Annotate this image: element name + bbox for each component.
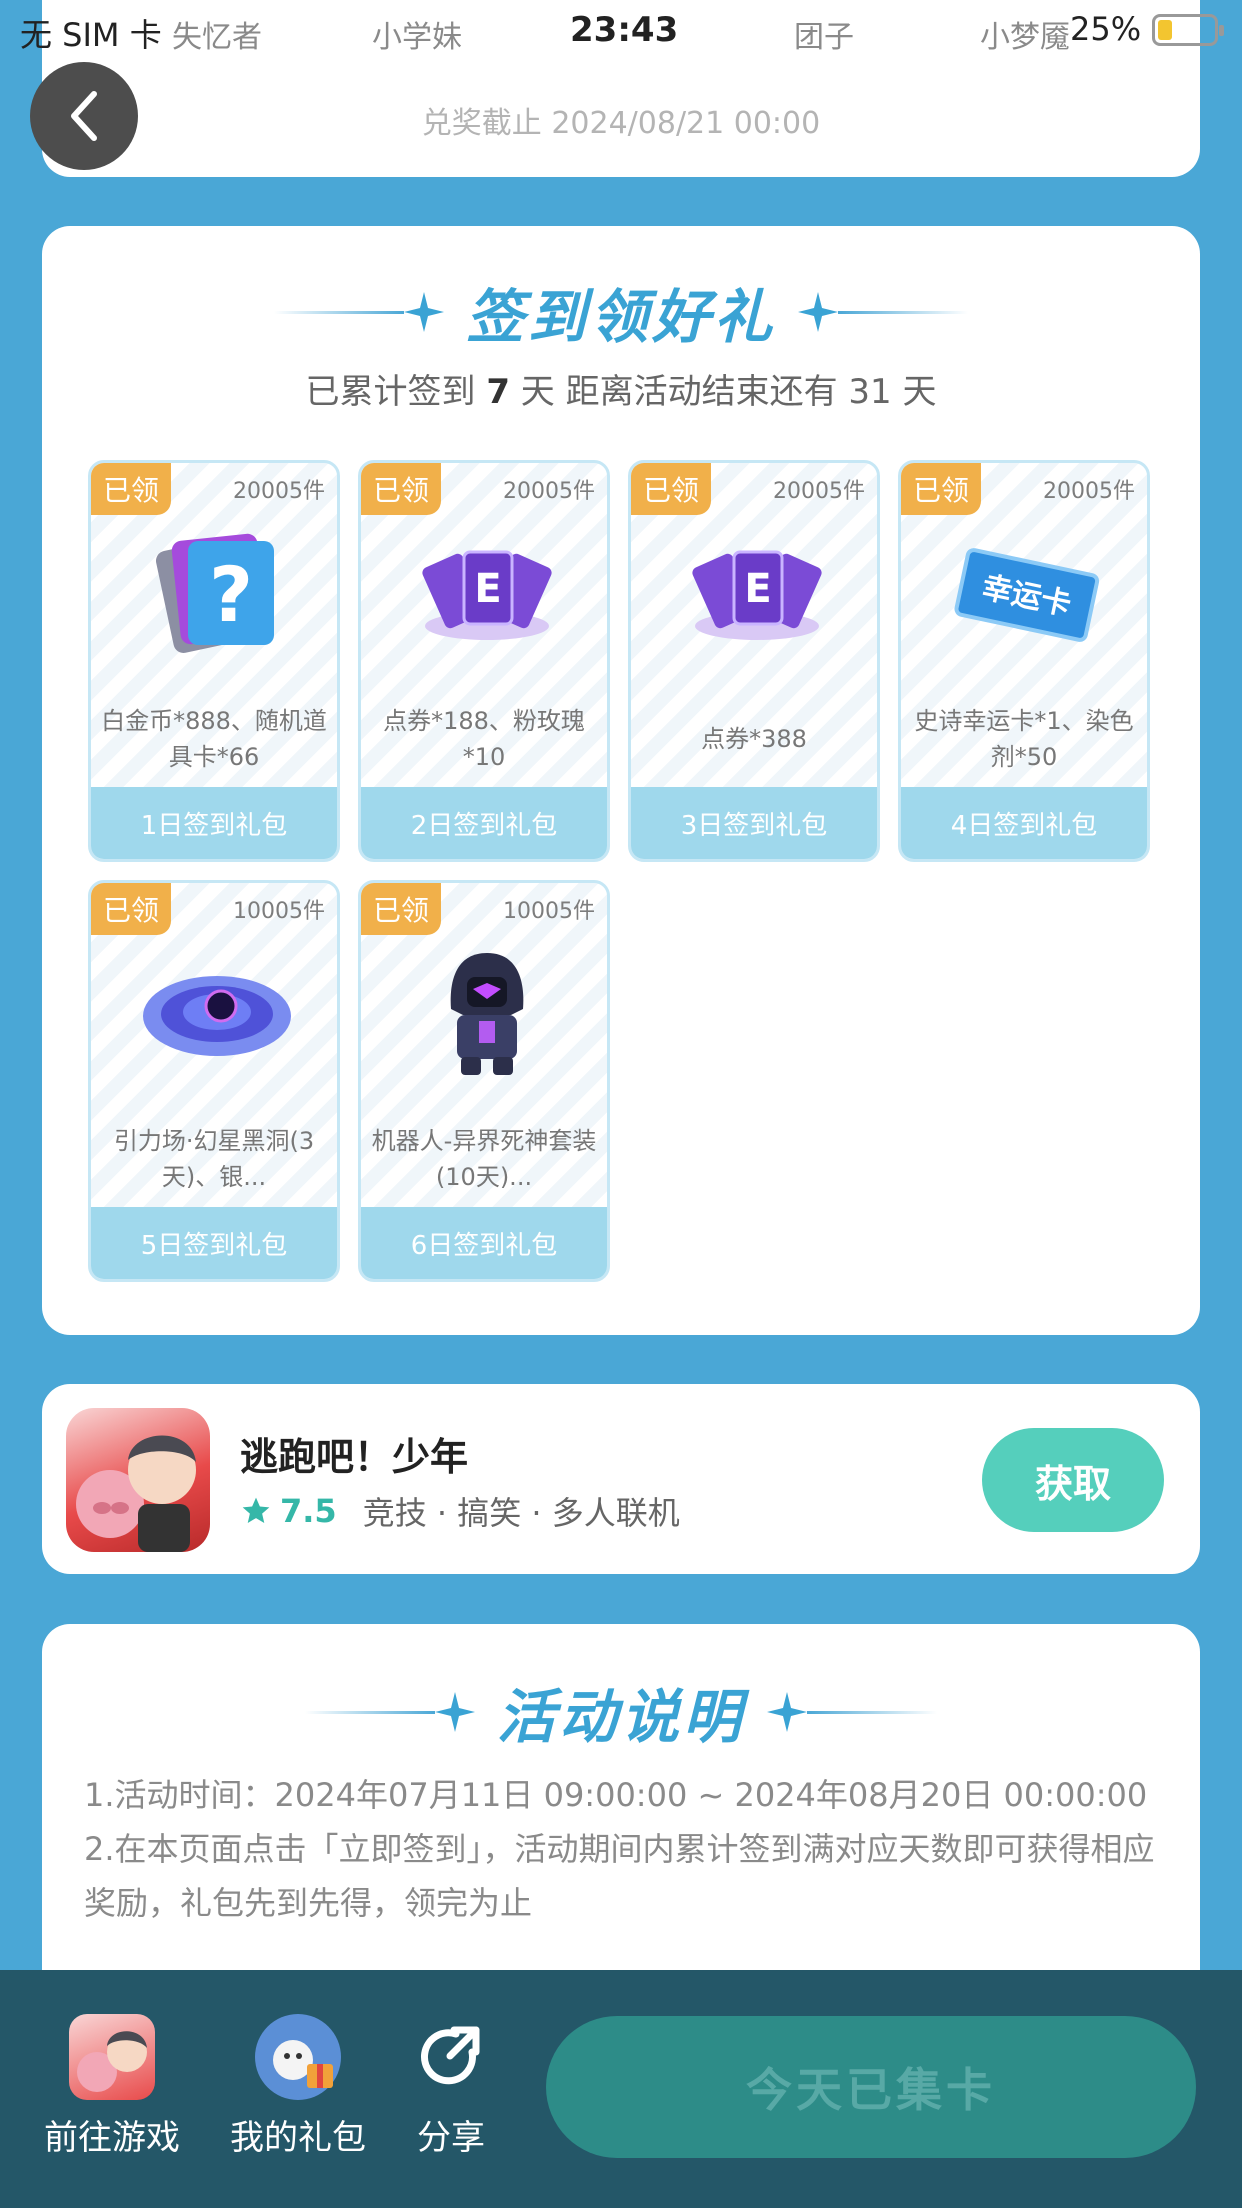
robot-costume-icon: [407, 949, 567, 1079]
redeem-deadline: 兑奖截止 2024/08/21 00:00: [421, 106, 821, 141]
carrier-label: 无 SIM 卡: [20, 16, 162, 54]
game-tags: 竞技 · 搞笑 · 多人联机: [362, 1494, 680, 1532]
rules-title: 活动说明: [42, 1670, 1200, 1754]
gift-day-4[interactable]: 已领 20005件 幸运卡 史诗幸运卡*1、染色剂*50 4日签到礼包: [898, 460, 1150, 862]
gift-label: 3日签到礼包: [631, 787, 877, 859]
sign-in-card: 签到领好礼 已累计签到 7 天 距离活动结束还有 31 天 已领 20005件 …: [42, 226, 1200, 1335]
gift-description: 白金币*888、随机道具卡*66: [101, 707, 327, 771]
claimed-badge: 已领: [631, 463, 711, 515]
claimed-badge: 已领: [901, 463, 981, 515]
claimed-badge: 已领: [91, 883, 171, 935]
my-gifts-button[interactable]: 我的礼包: [230, 2014, 366, 2159]
coupon-cards-icon: E: [407, 529, 567, 659]
bottom-action-bar: 前往游戏 我的礼包 分享 今天已集卡: [0, 1970, 1242, 2208]
gift-description: 史诗幸运卡*1、染色剂*50: [914, 707, 1134, 771]
gift-label: 1日签到礼包: [91, 787, 337, 859]
mystery-card-icon: ?: [137, 529, 297, 659]
gift-avatar-icon: [255, 2014, 341, 2100]
rules-text: 1.活动时间：2024年07月11日 09:00:00 ~ 2024年08月20…: [84, 1768, 1158, 1930]
go-to-game-label: 前往游戏: [44, 2118, 180, 2158]
gift-day-6[interactable]: 已领 10005件 机器人-异界死神套装(10天)... 6日签到礼包: [358, 880, 610, 1282]
gift-description: 点券*188、粉玫瑰*10: [383, 707, 585, 771]
claimed-badge: 已领: [91, 463, 171, 515]
svg-text:E: E: [744, 566, 771, 612]
claimed-badge: 已领: [361, 883, 441, 935]
sign-in-title: 签到领好礼: [42, 270, 1200, 354]
sparkle-icon: [434, 1692, 475, 1732]
stock-count: 20005件: [773, 479, 865, 504]
stock-count: 10005件: [503, 899, 595, 924]
background-name: 失忆者: [172, 20, 262, 55]
back-button[interactable]: [30, 62, 138, 170]
background-name: 小学妹: [372, 20, 462, 55]
gift-description: 引力场·幻星黑洞(3天)、银...: [113, 1127, 315, 1191]
sparkle-icon: [403, 292, 444, 332]
black-hole-icon: [137, 949, 297, 1079]
sign-progress: 已累计签到 7 天 距离活动结束还有 31 天: [305, 372, 937, 412]
sparkle-icon: [798, 292, 838, 332]
gift-day-3[interactable]: 已领 20005件 E 点券*388 3日签到礼包: [628, 460, 880, 862]
game-icon: [69, 2014, 155, 2100]
gift-label: 6日签到礼包: [361, 1207, 607, 1279]
status-bar: 无 SIM 卡 失忆者 小学妹 23:43 团子 小梦魇 25%: [0, 0, 1242, 60]
chevron-left-icon: [71, 91, 97, 141]
share-button[interactable]: 分享: [408, 2014, 494, 2159]
gift-day-1[interactable]: 已领 20005件 ? 白金币*888、随机道具卡*66 1日签到礼包: [88, 460, 340, 862]
gift-label: 5日签到礼包: [91, 1207, 337, 1279]
get-game-button[interactable]: 获取: [982, 1428, 1164, 1532]
my-gifts-label: 我的礼包: [230, 2118, 366, 2158]
gift-label: 2日签到礼包: [361, 787, 607, 859]
battery-percent: 25%: [1070, 10, 1142, 48]
gift-description: 机器人-异界死神套装(10天)...: [371, 1127, 597, 1191]
svg-text:?: ?: [209, 550, 253, 639]
stock-count: 20005件: [233, 479, 325, 504]
gift-day-2[interactable]: 已领 20005件 E 点券*188、粉玫瑰*10 2日签到礼包: [358, 460, 610, 862]
game-card[interactable]: 逃跑吧！少年 7.5 竞技 · 搞笑 · 多人联机 获取: [42, 1384, 1200, 1574]
stock-count: 20005件: [1043, 479, 1135, 504]
days-count: 7: [486, 372, 510, 412]
sparkle-icon: [767, 1692, 807, 1732]
rule-item: 2.在本页面点击「立即签到」，活动期间内累计签到满对应天数即可获得相应奖励，礼包…: [84, 1830, 1155, 1922]
stock-count: 10005件: [233, 899, 325, 924]
coupon-cards-icon: E: [677, 529, 837, 659]
background-name: 小梦魇: [980, 20, 1070, 55]
stock-count: 20005件: [503, 479, 595, 504]
gift-label: 4日签到礼包: [901, 787, 1147, 859]
collected-today-button[interactable]: 今天已集卡: [546, 2016, 1196, 2158]
game-meta: 7.5 竞技 · 搞笑 · 多人联机: [240, 1488, 680, 1534]
svg-text:E: E: [474, 566, 501, 612]
game-score: 7.5: [280, 1492, 337, 1530]
share-label: 分享: [417, 2118, 485, 2158]
gift-description: 点券*388: [701, 725, 807, 753]
star-icon: [242, 1497, 270, 1523]
game-app-icon: [66, 1408, 210, 1552]
lucky-card-icon: 幸运卡: [947, 529, 1107, 659]
share-icon: [408, 2014, 494, 2100]
game-title: 逃跑吧！少年: [240, 1435, 469, 1479]
gift-day-5[interactable]: 已领 10005件 引力场·幻星黑洞(3天)、银... 5日签到礼包: [88, 880, 340, 1282]
rule-item: 1.活动时间：2024年07月11日 09:00:00 ~ 2024年08月20…: [84, 1776, 1148, 1814]
background-name: 团子: [794, 20, 854, 55]
clock: 23:43: [570, 10, 679, 50]
claimed-badge: 已领: [361, 463, 441, 515]
go-to-game-button[interactable]: 前往游戏: [44, 2014, 180, 2159]
battery-icon: [1152, 14, 1224, 46]
